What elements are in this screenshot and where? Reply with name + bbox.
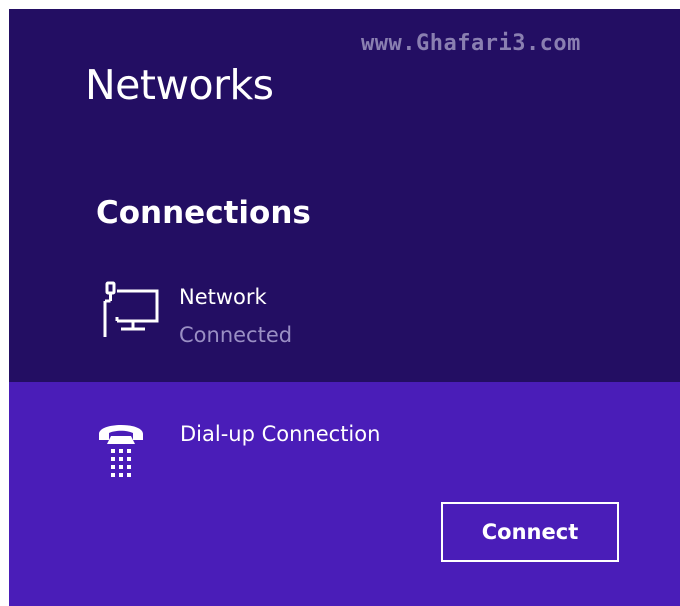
dialup-connection-name: Dial-up Connection [180,422,381,446]
wired-network-icon [103,281,159,337]
connect-button[interactable]: Connect [441,502,619,562]
network-name: Network [179,285,267,309]
network-status: Connected [179,323,293,347]
network-list-item[interactable]: Network Connected [89,277,409,361]
networks-panel: www.Ghafari3.com Networks Connections Ne… [9,9,680,606]
connections-heading: Connections [96,195,311,231]
dialup-connection-item[interactable]: Dial-up Connection Connect [9,382,680,606]
page-title: Networks [85,61,274,109]
watermark: www.Ghafari3.com [361,31,581,56]
telephone-icon [99,425,143,477]
